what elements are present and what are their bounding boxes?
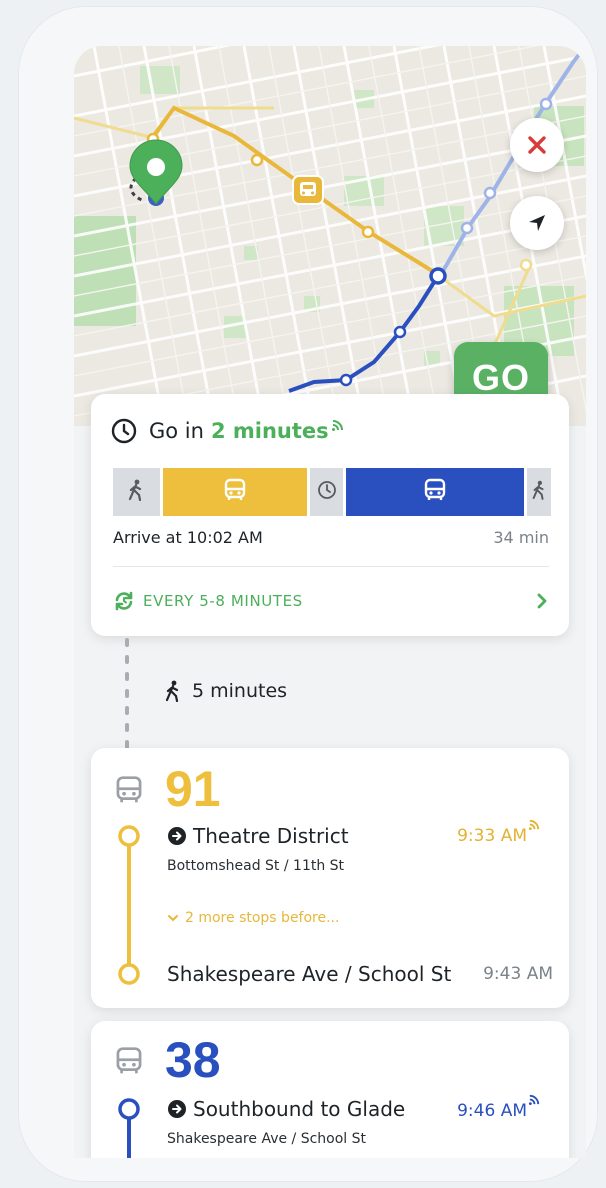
arrow-right-circle-icon <box>167 826 187 846</box>
go-in-minutes: 2 minutes <box>210 419 329 443</box>
frequency-label: EVERY 5-8 MINUTES <box>143 592 303 610</box>
navigation-arrow-icon <box>526 212 548 234</box>
board-stop: Theatre District <box>167 824 349 848</box>
board-stop: Southbound to Glade <box>167 1097 405 1121</box>
route-91-leg-card[interactable]: 91 Theatre District 9:33 AM Bottomshead … <box>91 748 569 1008</box>
frequency-row[interactable]: EVERY 5-8 MINUTES <box>113 590 549 612</box>
bus-icon <box>113 774 145 810</box>
clock-icon <box>111 418 137 444</box>
trip-duration: 34 min <box>493 528 549 547</box>
walk-segment <box>113 468 160 516</box>
realtime-signal-icon <box>528 1093 541 1106</box>
go-in-prefix: Go in <box>149 419 204 443</box>
chevron-right-icon <box>535 593 549 609</box>
more-stops-label: 2 more stops before... <box>185 910 340 926</box>
board-stop-name: Southbound to Glade <box>193 1097 406 1121</box>
more-stops-toggle[interactable]: 2 more stops before... <box>167 910 339 926</box>
walk-step: 5 minutes <box>164 680 287 702</box>
wait-segment <box>309 468 344 516</box>
refresh-icon <box>113 590 135 612</box>
close-icon <box>526 134 548 156</box>
trip-summary-card[interactable]: Go in 2 minutes Arrive at 10:02 AM 34 mi… <box>91 394 569 636</box>
close-map-button[interactable] <box>510 118 564 172</box>
alight-stop: Shakespeare Ave / School St <box>167 962 452 986</box>
departure-countdown: Go in 2 minutes <box>111 418 345 444</box>
route-91-line <box>118 825 140 985</box>
realtime-signal-icon <box>331 418 345 432</box>
divider <box>113 566 549 567</box>
board-time-value: 9:33 AM <box>457 826 527 846</box>
alight-time: 9:43 AM <box>483 964 553 984</box>
route-number: 91 <box>165 761 221 817</box>
walk-icon <box>164 680 182 702</box>
board-time: 9:46 AM <box>457 1094 541 1121</box>
bus-icon <box>422 477 448 507</box>
app-screen: GO Go in 2 minutes Arrive at 10:02 AM 34… <box>74 46 586 1158</box>
bus-91-segment <box>162 468 307 516</box>
walk-connector <box>125 638 129 749</box>
arrival-row: Arrive at 10:02 AM 34 min <box>113 528 549 547</box>
clock-icon <box>317 480 337 504</box>
walk-duration: 5 minutes <box>192 680 288 702</box>
bus-icon <box>113 1045 145 1081</box>
board-time: 9:33 AM <box>457 819 541 846</box>
walk-icon <box>531 480 547 504</box>
board-stop-address: Shakespeare Ave / School St <box>167 1131 367 1147</box>
board-time-value: 9:46 AM <box>457 1101 527 1121</box>
recenter-location-button[interactable] <box>510 196 564 250</box>
route-38-leg-card[interactable]: 38 Southbound to Glade 9:46 AM Shakespea… <box>91 1021 569 1158</box>
chevron-down-icon <box>167 913 179 923</box>
trip-segments-bar <box>113 468 551 516</box>
bus-icon <box>222 477 248 507</box>
realtime-signal-icon <box>528 818 541 831</box>
device-frame: GO Go in 2 minutes Arrive at 10:02 AM 34… <box>18 6 598 1182</box>
arrow-right-circle-icon <box>167 1099 187 1119</box>
arrival-time: Arrive at 10:02 AM <box>113 528 263 547</box>
walk-icon <box>127 479 145 505</box>
board-stop-name: Theatre District <box>193 824 349 848</box>
bus-38-segment <box>346 468 525 516</box>
walk-segment <box>527 468 551 516</box>
route-number: 38 <box>165 1032 221 1088</box>
board-stop-address: Bottomshead St / 11th St <box>167 858 345 874</box>
route-38-line <box>118 1098 140 1158</box>
